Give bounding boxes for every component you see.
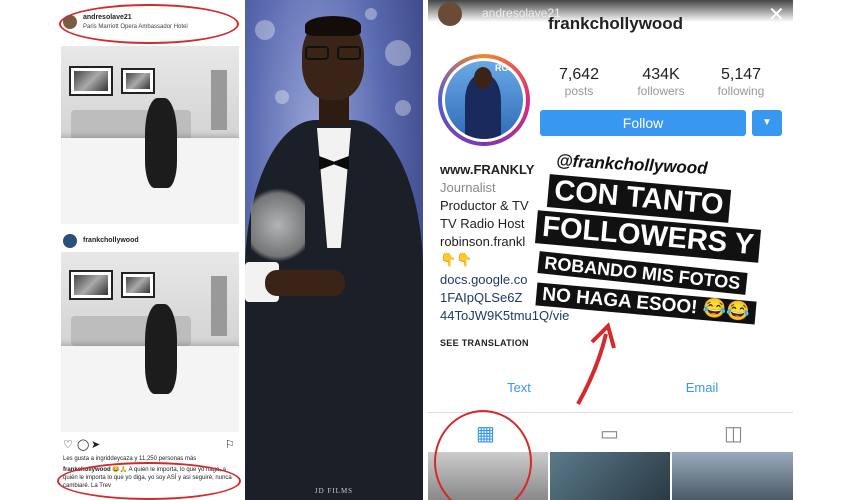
post1-photo[interactable] bbox=[61, 46, 239, 224]
avatar[interactable] bbox=[63, 234, 77, 248]
share-icon[interactable]: ➤ bbox=[91, 438, 100, 451]
left-panel-post-comparison: andresolave21 Paris Marriott Opera Ambas… bbox=[57, 0, 242, 500]
likes-count[interactable]: Les gusta a ingriddeycaza y 11,250 perso… bbox=[63, 456, 196, 462]
photo-credit: JD FILMS bbox=[314, 487, 354, 495]
red-annotation-oval bbox=[59, 4, 239, 44]
post2-username[interactable]: frankchollywood bbox=[83, 237, 139, 244]
comment-icon[interactable]: ◯ bbox=[77, 438, 89, 451]
heart-icon[interactable]: ♡ bbox=[63, 438, 73, 451]
post2-photo[interactable] bbox=[61, 252, 239, 432]
post-actions: ♡ ◯ ➤ ⚐ bbox=[61, 438, 239, 452]
red-annotation-oval bbox=[57, 462, 241, 500]
bookmark-icon[interactable]: ⚐ bbox=[225, 438, 235, 451]
instagram-profile-story: andresolave21 ✕ frankchollywood ROBINSON… bbox=[428, 0, 793, 500]
portrait-photo: JD FILMS bbox=[245, 0, 423, 500]
